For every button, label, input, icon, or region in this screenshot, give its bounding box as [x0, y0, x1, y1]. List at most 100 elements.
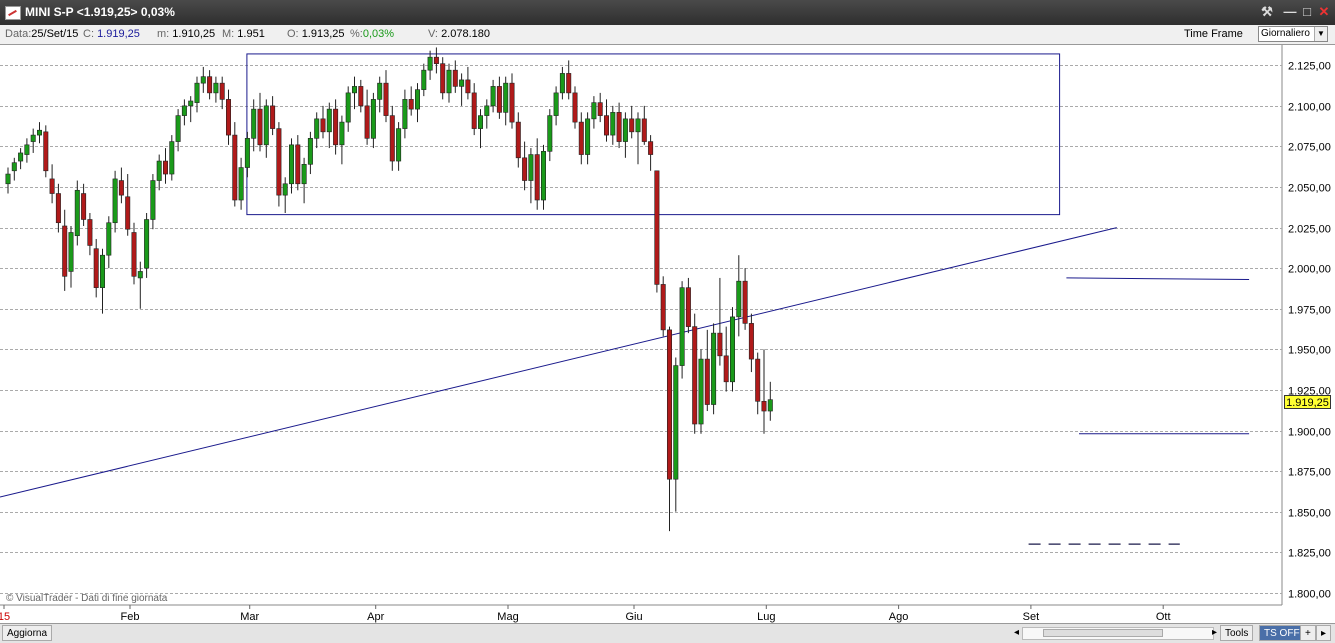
- candle-body[interactable]: [226, 99, 232, 136]
- candle-body[interactable]: [307, 138, 313, 165]
- candle-body[interactable]: [723, 355, 729, 383]
- candlestick-chart[interactable]: 2.125,00 2.100,00 2.075,00 2.050,00 2.025,00…: [0, 45, 1335, 623]
- candle-body[interactable]: [200, 76, 206, 84]
- candle-body[interactable]: [288, 144, 294, 185]
- candle-body[interactable]: [666, 329, 672, 480]
- candle-body[interactable]: [370, 99, 376, 139]
- menu-arrow-icon[interactable]: ▸: [1316, 625, 1332, 641]
- candle-body[interactable]: [484, 105, 490, 116]
- candle-body[interactable]: [704, 358, 710, 405]
- tools-button[interactable]: Tools: [1220, 625, 1254, 641]
- candle-body[interactable]: [244, 138, 250, 168]
- candle-body[interactable]: [295, 144, 301, 185]
- candle-body[interactable]: [188, 100, 194, 107]
- candle-body[interactable]: [648, 141, 654, 155]
- candle-body[interactable]: [729, 316, 735, 383]
- candle-body[interactable]: [55, 193, 61, 224]
- candle-body[interactable]: [692, 326, 698, 425]
- candle-body[interactable]: [540, 151, 546, 201]
- candle-body[interactable]: [440, 63, 446, 94]
- candle-body[interactable]: [452, 69, 458, 87]
- candle-body[interactable]: [87, 219, 93, 246]
- candle-body[interactable]: [597, 102, 603, 116]
- candle-body[interactable]: [616, 112, 622, 142]
- candle-body[interactable]: [711, 332, 717, 405]
- candle-body[interactable]: [679, 287, 685, 366]
- candle-body[interactable]: [68, 232, 74, 272]
- candle-body[interactable]: [465, 79, 471, 94]
- maximize-button[interactable]: □: [1299, 4, 1315, 20]
- candle-body[interactable]: [515, 121, 521, 159]
- candle-body[interactable]: [43, 131, 49, 172]
- tool-icon[interactable]: ⚒: [1259, 4, 1275, 20]
- candle-body[interactable]: [326, 108, 332, 133]
- candle-body[interactable]: [270, 105, 276, 129]
- candle-body[interactable]: [603, 115, 609, 136]
- candle-body[interactable]: [257, 108, 263, 146]
- candle-body[interactable]: [163, 160, 169, 175]
- time-scrollbar[interactable]: [1022, 627, 1214, 640]
- candle-body[interactable]: [459, 79, 465, 87]
- candle-body[interactable]: [522, 157, 528, 181]
- candle-body[interactable]: [144, 219, 150, 269]
- candle-body[interactable]: [610, 112, 616, 136]
- dropdown-arrow-icon[interactable]: ▼: [1314, 27, 1327, 41]
- candle-body[interactable]: [131, 232, 137, 277]
- candle-body[interactable]: [156, 160, 162, 181]
- candle-body[interactable]: [396, 128, 402, 162]
- candle-body[interactable]: [282, 183, 288, 196]
- candle-body[interactable]: [742, 280, 748, 324]
- candle-body[interactable]: [585, 118, 591, 155]
- candle-body[interactable]: [383, 82, 389, 116]
- price-chart[interactable]: 2.125,00 2.100,00 2.075,00 2.050,00 2.025,00…: [0, 45, 1335, 623]
- candle-body[interactable]: [36, 129, 42, 136]
- candle-body[interactable]: [276, 128, 282, 196]
- candle-body[interactable]: [389, 115, 395, 162]
- candle-body[interactable]: [24, 144, 30, 155]
- candle-body[interactable]: [62, 225, 68, 277]
- candle-body[interactable]: [477, 115, 483, 129]
- candle-body[interactable]: [622, 118, 628, 142]
- candle-body[interactable]: [125, 196, 131, 230]
- candle-body[interactable]: [660, 284, 666, 331]
- candle-body[interactable]: [566, 73, 572, 94]
- candle-body[interactable]: [641, 118, 647, 142]
- candle-body[interactable]: [207, 76, 213, 94]
- candle-body[interactable]: [685, 287, 691, 327]
- timeframe-select[interactable]: Giornaliero ▼: [1258, 26, 1328, 42]
- candle-body[interactable]: [118, 180, 124, 196]
- candle-body[interactable]: [301, 164, 307, 185]
- candle-body[interactable]: [137, 271, 143, 279]
- candle-body[interactable]: [213, 82, 219, 94]
- candle-body[interactable]: [232, 134, 238, 201]
- ts-off-button[interactable]: TS OFF: [1259, 625, 1305, 641]
- candle-body[interactable]: [421, 69, 427, 90]
- candle-body[interactable]: [433, 56, 439, 64]
- candle-body[interactable]: [559, 73, 565, 94]
- candle-body[interactable]: [11, 162, 17, 172]
- candle-body[interactable]: [534, 154, 540, 201]
- candle-body[interactable]: [100, 254, 106, 288]
- candle-body[interactable]: [490, 86, 496, 107]
- candle-body[interactable]: [238, 167, 244, 201]
- candle-body[interactable]: [49, 178, 55, 194]
- candle-body[interactable]: [591, 102, 597, 120]
- candle-body[interactable]: [112, 178, 118, 224]
- candle-body[interactable]: [635, 118, 641, 133]
- candle-body[interactable]: [18, 152, 24, 162]
- candle-body[interactable]: [219, 82, 225, 100]
- candle-body[interactable]: [528, 154, 534, 181]
- candle-body[interactable]: [629, 118, 635, 133]
- candle-body[interactable]: [698, 358, 704, 425]
- candle-body[interactable]: [748, 323, 754, 360]
- candle-body[interactable]: [194, 82, 200, 103]
- candle-body[interactable]: [333, 108, 339, 146]
- scrollbar-thumb[interactable]: [1043, 629, 1163, 637]
- candle-body[interactable]: [755, 358, 761, 402]
- candle-body[interactable]: [377, 82, 383, 100]
- candle-body[interactable]: [767, 399, 773, 412]
- candle-body[interactable]: [547, 115, 553, 152]
- candle-body[interactable]: [351, 86, 357, 94]
- close-button[interactable]: ✕: [1316, 4, 1332, 20]
- candle-body[interactable]: [427, 56, 433, 71]
